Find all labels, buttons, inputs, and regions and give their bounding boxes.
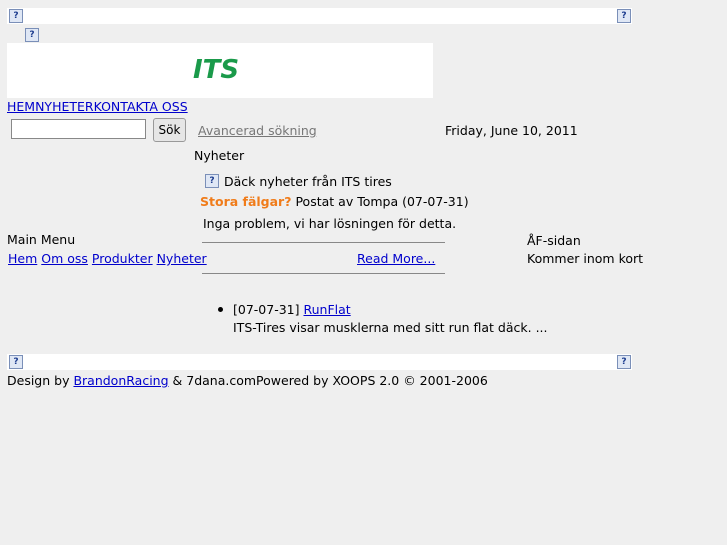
news-feed-title: Däck nyheter från ITS tires [224, 174, 392, 189]
menu-link-hem[interactable]: Hem [8, 251, 37, 266]
footer-design-by: Design by [7, 373, 70, 388]
search-button[interactable]: Sök [153, 118, 186, 142]
broken-image-icon: ? [617, 9, 631, 23]
advanced-search-link[interactable]: Avancerad sökning [198, 123, 317, 138]
footer-credits: & 7dana.comPowered by XOOPS 2.0 © 2001-2… [172, 373, 488, 388]
broken-image-icon: ? [9, 355, 23, 369]
main-menu-links: Hem Om oss Produkter Nyheter [8, 251, 207, 266]
news-item-date: [07-07-31] [233, 302, 300, 317]
menu-link-produkter[interactable]: Produkter [92, 251, 153, 266]
search-input[interactable] [11, 119, 146, 139]
news-item-summary: ITS-Tires visar musklerna med sitt run f… [233, 320, 548, 335]
list-bullet [218, 307, 223, 312]
divider [202, 242, 445, 243]
article-title: Stora fälgar? [200, 194, 292, 209]
footer-brandon-link[interactable]: BrandonRacing [73, 373, 168, 388]
news-list-item: [07-07-31] RunFlat [233, 302, 351, 317]
menu-link-om-oss[interactable]: Om oss [41, 251, 88, 266]
news-heading: Nyheter [194, 148, 245, 163]
broken-image-icon: ? [205, 174, 219, 188]
right-block-text: Kommer inom kort [527, 251, 644, 266]
main-menu-title: Main Menu [7, 232, 76, 247]
site-logo: ITS [193, 55, 240, 85]
article-byline: Postat av Tompa (07-07-31) [295, 194, 469, 209]
top-nav-links[interactable]: HEMNYHETERKONTAKTA OSS [7, 99, 188, 114]
bottom-banner-strip [7, 354, 632, 370]
news-item-link[interactable]: RunFlat [303, 302, 350, 317]
footer: Design by BrandonRacing & 7dana.comPower… [7, 373, 488, 388]
menu-link-nyheter[interactable]: Nyheter [157, 251, 207, 266]
right-block-title: ÅF-sidan [527, 233, 581, 248]
top-banner-strip [7, 8, 632, 24]
broken-image-icon: ? [9, 9, 23, 23]
article-body: Inga problem, vi har lösningen för detta… [203, 216, 457, 231]
broken-image-icon: ? [25, 28, 39, 42]
article-header: Stora fälgar? Postat av Tompa (07-07-31) [200, 194, 469, 209]
broken-image-icon: ? [617, 355, 631, 369]
divider [202, 273, 445, 274]
read-more-link[interactable]: Read More... [357, 251, 435, 266]
current-date: Friday, June 10, 2011 [445, 123, 578, 138]
